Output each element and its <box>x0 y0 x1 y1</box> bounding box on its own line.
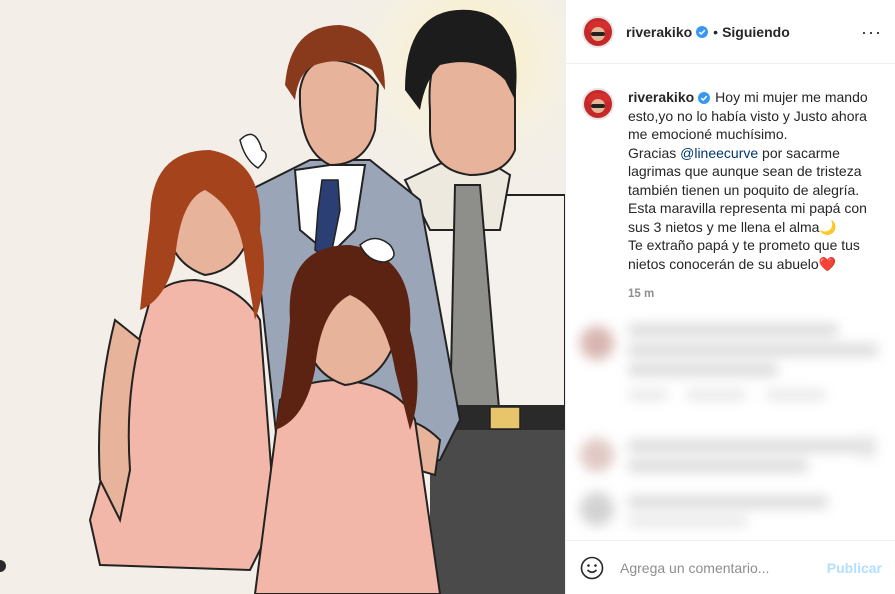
more-icon[interactable]: ··· <box>861 22 882 43</box>
family-illustration <box>88 0 565 594</box>
follow-button[interactable]: Siguiendo <box>722 24 790 40</box>
comment-composer: Publicar <box>566 540 895 594</box>
post-header: riverakiko • Siguiendo ··· <box>566 0 895 64</box>
caption-body: riverakiko Hoy mi mujer me mando esto,yo … <box>628 88 882 304</box>
publish-button[interactable]: Publicar <box>827 560 882 576</box>
post-side-panel: riverakiko • Siguiendo ··· riverakiko Hoy… <box>565 0 895 594</box>
mention-link[interactable]: @lineecurve <box>680 145 758 161</box>
username-link[interactable]: riverakiko <box>626 24 692 40</box>
avatar[interactable] <box>582 15 614 48</box>
avatar[interactable] <box>582 88 614 120</box>
separator-dot: • <box>713 23 719 40</box>
post-caption: riverakiko Hoy mi mujer me mando esto,yo … <box>582 88 882 304</box>
comment-input[interactable] <box>620 559 819 576</box>
verified-badge-icon <box>696 25 709 38</box>
emoji-icon[interactable] <box>580 556 604 580</box>
verified-badge-icon <box>698 92 711 105</box>
caption-text-continued: por sacarme lagrimas que aunque sean de … <box>628 144 867 272</box>
post-timestamp[interactable]: 15 m <box>628 285 882 304</box>
caption-username-link[interactable]: riverakiko <box>628 89 694 105</box>
comments-list <box>566 312 895 540</box>
post-image[interactable] <box>0 0 565 594</box>
